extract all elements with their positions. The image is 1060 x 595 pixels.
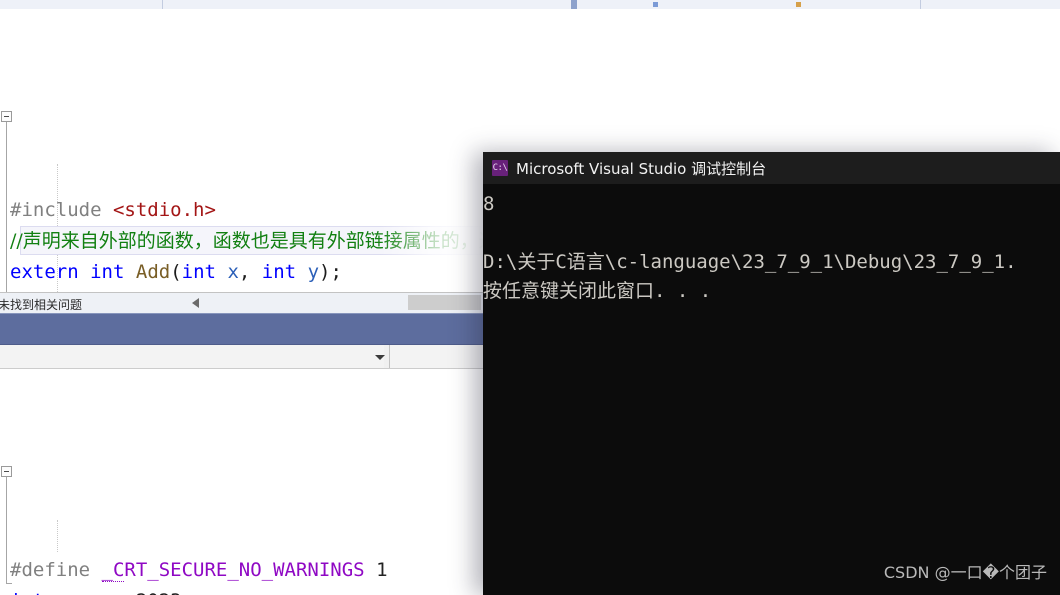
code-line-text: extern int Add(int x, int y); [10,261,342,283]
code-token: ); [319,261,342,283]
error-list-message: 未找到相关问题 [0,298,83,312]
code-token: y [307,261,320,283]
console-title-bar[interactable]: C:\ Microsoft Visual Studio 调试控制台 [483,152,1060,184]
code-token: int [261,261,297,283]
editor-navigation-bar[interactable]: (全局范围 [0,345,871,369]
toolbar-button-icon[interactable] [796,2,801,7]
fold-collapse-icon[interactable] [1,466,12,477]
code-token: extern [10,261,79,283]
code-editor-lower-text[interactable]: #define _CRT_SECURE_NO_WARNINGS 1 int yea… [0,369,483,595]
code-token: _C [101,559,125,582]
chevron-down-icon[interactable] [375,355,385,360]
code-token: int [90,261,125,283]
error-list-bar[interactable]: 未找到相关问题 [0,292,483,313]
code-lines-lower[interactable]: #define _CRT_SECURE_NO_WARNINGS 1 int yea… [0,555,483,595]
horizontal-scrollbar-thumb[interactable] [408,295,481,310]
member-dropdown[interactable] [0,345,385,368]
fold-collapse-icon[interactable] [1,111,12,122]
console-output[interactable]: 8 D:\关于C语言\c-language\23_7_9_1\Debug\23_… [483,184,1060,595]
code-line-text: #define _CRT_SECURE_NO_WARNINGS 1 [10,559,388,582]
toolbar-drag-handle[interactable] [571,0,577,9]
window-separator-bar[interactable] [0,313,483,345]
toolbar-divider [162,0,163,9]
code-token: , [238,261,262,283]
code-token: Add [135,261,171,283]
code-line-text: #include <stdio.h> [10,199,216,221]
code-token: int [181,261,216,283]
horizontal-scrollbar-track[interactable] [200,293,483,313]
code-token: 1 [364,559,388,581]
scroll-left-arrow-icon[interactable] [192,298,199,308]
code-editor-lower[interactable]: #define _CRT_SECURE_NO_WARNINGS 1 int yea… [0,369,483,595]
code-token: <stdio.h> [112,199,216,221]
console-output-line: 8 [483,193,495,215]
code-token: x [227,261,239,283]
console-output-line: D:\关于C语言\c-language\23_7_9_1\Debug\23_7_… [483,251,1017,273]
code-line[interactable]: #define _CRT_SECURE_NO_WARNINGS 1 [0,555,483,586]
debug-console-window[interactable]: C:\ Microsoft Visual Studio 调试控制台 8 D:\关… [483,152,1060,595]
indent-guide [57,520,58,552]
separator-highlight [0,313,483,314]
toolbar-button-icon[interactable] [653,2,658,7]
csdn-watermark: CSDN @一口�个团子 [883,563,1047,582]
code-token: #include [10,199,113,221]
code-token: RT_SECURE_NO_WARNINGS [124,559,365,581]
code-line[interactable]: int year = 2023; [0,586,483,595]
code-token: = 2023; [102,590,193,595]
code-token: int [10,590,44,595]
code-token: ( [170,261,182,283]
code-token: year [56,590,102,595]
code-token: #define [10,559,102,581]
code-line-text: int year = 2023; [10,590,193,595]
console-output-line: 按任意键关闭此窗口. . . [483,280,712,302]
console-title-label: Microsoft Visual Studio 调试控制台 [516,160,767,178]
scope-dropdown[interactable]: (全局范围 [390,345,871,368]
console-app-icon: C:\ [492,160,508,176]
toolbar-divider [920,0,921,9]
